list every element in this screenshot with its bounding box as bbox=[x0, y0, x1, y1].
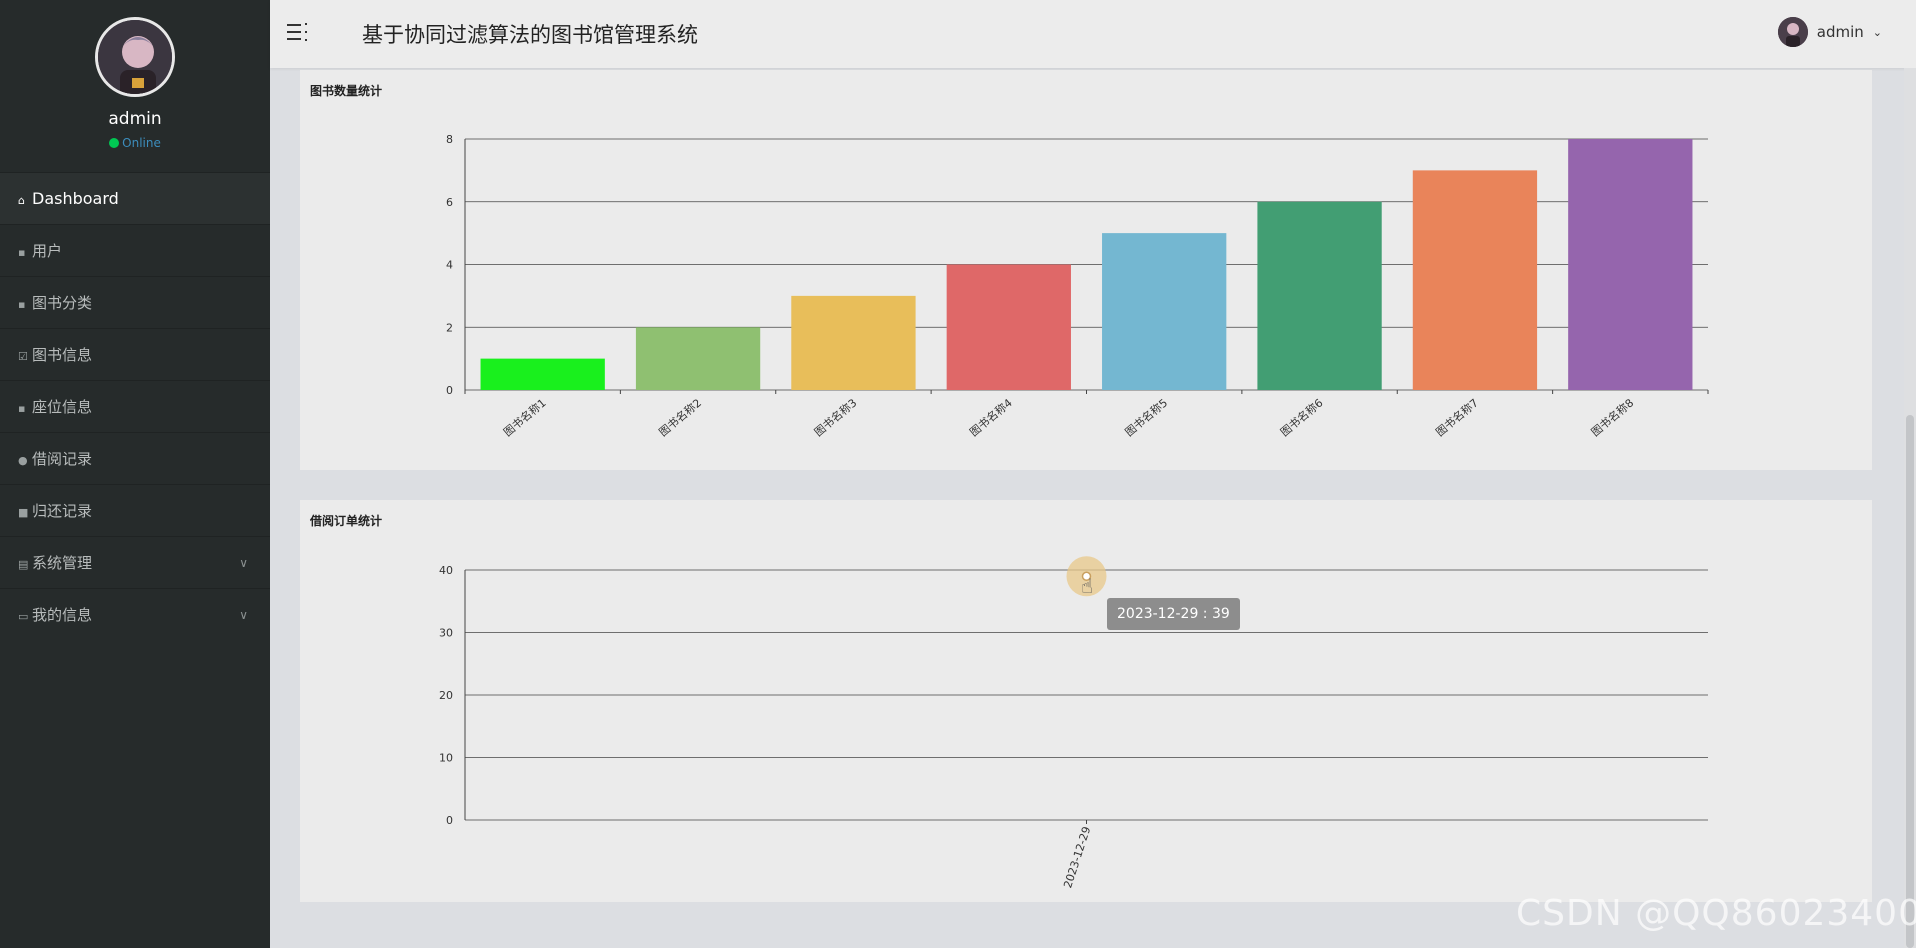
x-tick-label: 图书名称4 bbox=[967, 396, 1015, 440]
watermark: CSDN @QQ860234001 bbox=[1516, 893, 1916, 934]
y-tick-label: 30 bbox=[439, 627, 453, 640]
sidebar-item-label: 借阅记录 bbox=[32, 450, 93, 468]
sidebar-item-label: 图书信息 bbox=[32, 346, 93, 364]
map-pin-icon: ● bbox=[18, 454, 28, 467]
bar bbox=[946, 264, 1071, 390]
sidebar-item-label: 我的信息 bbox=[32, 606, 93, 624]
home-icon: ⌂ bbox=[18, 194, 25, 207]
user-name: admin bbox=[108, 109, 162, 129]
y-tick-label: 8 bbox=[446, 133, 453, 146]
bar bbox=[1102, 233, 1227, 390]
top-header: 基于协同过滤算法的图书馆管理系统 admin ⌄ bbox=[270, 0, 1916, 68]
chevron-down-icon: ⌄ bbox=[1872, 25, 1882, 39]
sidebar-item-label: Dashboard bbox=[32, 189, 119, 208]
orders-panel: 借阅订单统计 0 10 20 30 40 2023-12-29 bbox=[300, 500, 1872, 902]
bar bbox=[1412, 170, 1538, 390]
grid-icon: ▪ bbox=[18, 402, 26, 415]
y-tick-label: 6 bbox=[446, 196, 453, 209]
header-username: admin bbox=[1816, 23, 1864, 41]
books-count-panel: 图书数量统计 0 2 4 6 8 图书名称1 图书名称2 图书名称3 图书名称4 图书名称5 图书名… bbox=[300, 70, 1872, 470]
sidebar-item-label: 座位信息 bbox=[32, 398, 93, 416]
x-tick-label: 图书名称3 bbox=[811, 396, 859, 440]
bar bbox=[480, 358, 605, 390]
sidebar-item-2[interactable]: ▪ 图书分类 bbox=[0, 276, 270, 328]
orders-line-chart: 0 10 20 30 40 2023-12-29 bbox=[439, 556, 1708, 890]
sidebar-item-8[interactable]: ▭ 我的信息 ∨ bbox=[0, 588, 270, 640]
x-tick-label: 图书名称5 bbox=[1122, 396, 1170, 440]
grid-icon: ▪ bbox=[18, 298, 26, 311]
user-panel: admin Online bbox=[0, 0, 270, 172]
online-dot-icon bbox=[109, 138, 120, 148]
x-tick-label: 图书名称7 bbox=[1433, 396, 1481, 440]
sidebar-item-label: 图书分类 bbox=[32, 294, 93, 312]
y-tick-label: 10 bbox=[439, 752, 453, 765]
x-tick-label: 图书名称2 bbox=[656, 396, 704, 440]
sidebar-item-6[interactable]: ■ 归还记录 bbox=[0, 484, 270, 536]
sidebar-item-3[interactable]: ☑ 图书信息 bbox=[0, 328, 270, 380]
status-label: Online bbox=[122, 136, 161, 150]
sidebar-item-0[interactable]: ⌂ Dashboard bbox=[0, 172, 270, 224]
menu-toggle-icon[interactable] bbox=[287, 20, 311, 44]
y-tick-label: 4 bbox=[446, 259, 453, 272]
sidebar-item-label: 归还记录 bbox=[32, 502, 93, 520]
sidebar-item-label: 用户 bbox=[32, 242, 63, 260]
y-tick-label: 0 bbox=[446, 384, 453, 397]
x-tick-label: 图书名称6 bbox=[1277, 396, 1325, 440]
x-tick-label: 2023-12-29 bbox=[1061, 825, 1093, 890]
bar bbox=[791, 295, 916, 390]
x-tick-label: 图书名称1 bbox=[501, 396, 549, 440]
sidebar-item-5[interactable]: ● 借阅记录 bbox=[0, 432, 270, 484]
chevron-down-icon: ∨ bbox=[239, 556, 248, 570]
sidebar-menu: ⌂ Dashboard ▪ 用户 ▪ 图书分类 ☑ 图书信息 ▪ 座位信息 ● 借阅记录 ■ 归还记录 ▤ 系… bbox=[0, 172, 270, 640]
x-tick-label: 图书名称8 bbox=[1588, 396, 1636, 440]
y-tick-label: 2 bbox=[446, 321, 453, 334]
list-icon: ▤ bbox=[18, 558, 29, 571]
user-dropdown[interactable]: admin ⌄ bbox=[1777, 17, 1882, 47]
y-tick-label: 0 bbox=[446, 814, 453, 827]
bar bbox=[1257, 201, 1382, 390]
books-bar-chart: 0 2 4 6 8 图书名称1 图书名称2 图书名称3 图书名称4 图书名称5 图书名称6 图书名称7… bbox=[446, 133, 1709, 440]
app-title: 基于协同过滤算法的图书馆管理系统 bbox=[362, 23, 698, 47]
sidebar-item-1[interactable]: ▪ 用户 bbox=[0, 224, 270, 276]
y-tick-label: 40 bbox=[439, 564, 453, 577]
y-tick-label: 20 bbox=[439, 689, 453, 702]
scrollbar-thumb[interactable] bbox=[1906, 415, 1914, 948]
sidebar-item-7[interactable]: ▤ 系统管理 ∨ bbox=[0, 536, 270, 588]
chart-tooltip: 2023-12-29 : 39 bbox=[1107, 598, 1240, 630]
sidebar-item-label: 系统管理 bbox=[32, 554, 93, 572]
sidebar-item-4[interactable]: ▪ 座位信息 bbox=[0, 380, 270, 432]
chevron-down-icon: ∨ bbox=[239, 608, 248, 622]
avatar bbox=[95, 17, 175, 97]
lock-icon: ■ bbox=[18, 506, 29, 519]
bar bbox=[635, 327, 761, 390]
grid-icon: ▪ bbox=[18, 246, 26, 259]
card-icon: ▭ bbox=[18, 610, 29, 623]
check-square-icon: ☑ bbox=[18, 350, 28, 363]
sidebar: admin Online ⌂ Dashboard ▪ 用户 ▪ 图书分类 ☑ 图书信息 ▪ 座位信… bbox=[0, 0, 270, 948]
hand-cursor-icon: ☝ bbox=[1081, 574, 1094, 598]
bar bbox=[1568, 139, 1693, 390]
user-status: Online bbox=[0, 136, 270, 150]
header-avatar bbox=[1777, 17, 1808, 47]
